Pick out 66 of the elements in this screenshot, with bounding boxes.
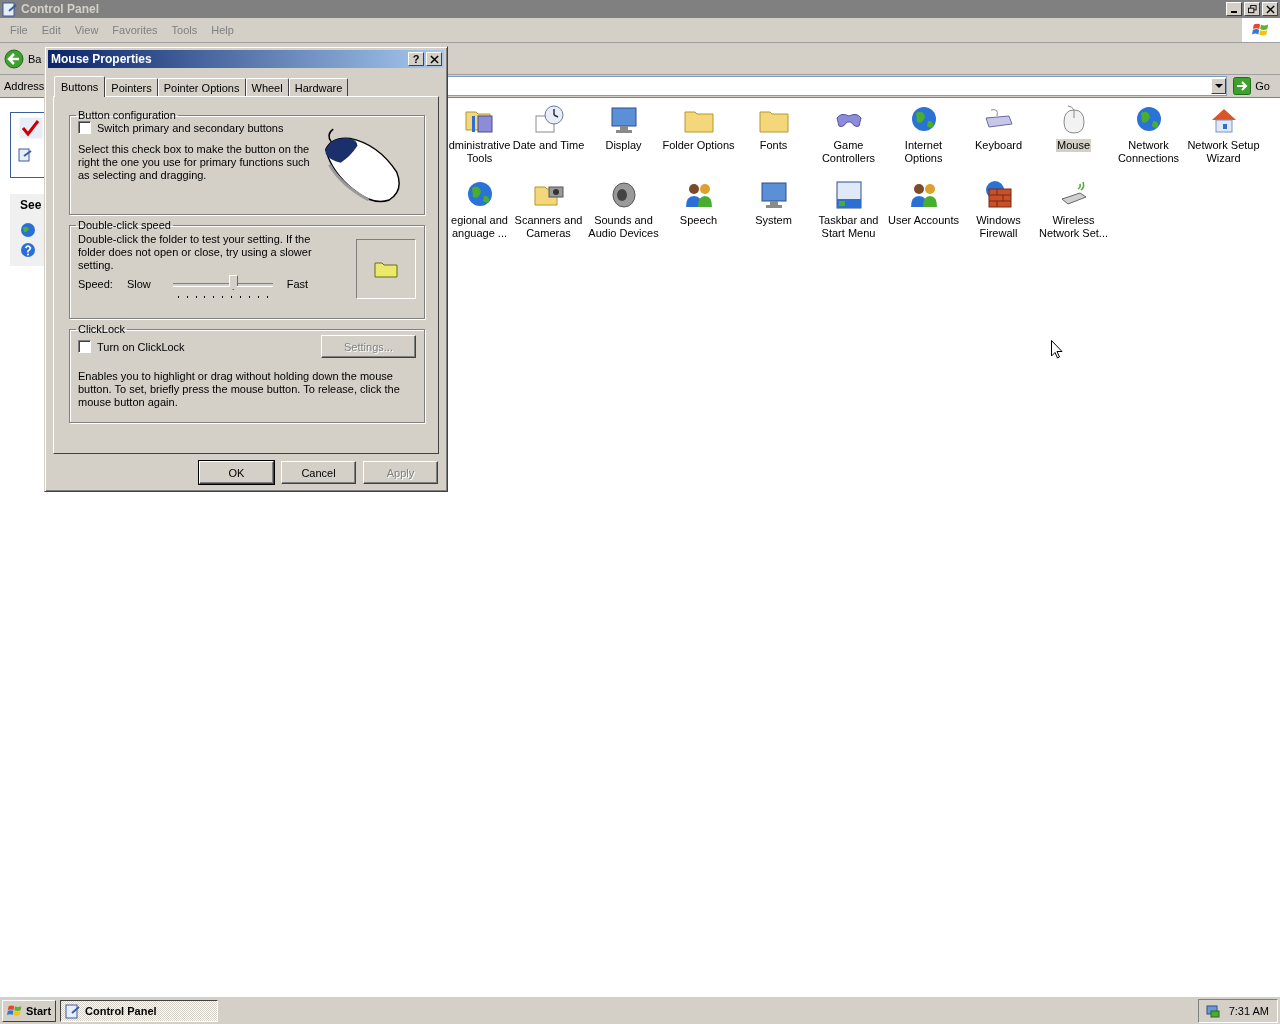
dialog-title: Mouse Properties xyxy=(50,52,153,66)
close-icon xyxy=(429,54,439,64)
window-title: Control Panel xyxy=(21,2,100,16)
globe-icon[interactable] xyxy=(20,222,36,238)
description-text: Double-click the folder to test your setting. If the folder does not open or close, try using a slower setting. xyxy=(78,233,313,272)
control-panel-item[interactable]: Taskbar and Start Menu xyxy=(811,179,886,254)
control-panel-item[interactable]: Speech xyxy=(661,179,736,254)
tab[interactable]: Hardware xyxy=(288,78,349,96)
control-panel-item[interactable]: Keyboard xyxy=(961,104,1036,179)
restore-button[interactable] xyxy=(1244,2,1260,16)
group-title: Button configuration xyxy=(77,109,177,121)
close-button[interactable] xyxy=(426,52,442,66)
close-icon xyxy=(1265,4,1275,14)
clock-icon xyxy=(532,104,565,136)
control-panel-item[interactable]: Network Setup Wizard xyxy=(1186,104,1261,179)
control-panel-item[interactable]: System xyxy=(736,179,811,254)
go-button[interactable]: Go xyxy=(1231,77,1276,95)
section-title: See xyxy=(20,198,43,214)
switch-view-icon[interactable] xyxy=(17,147,33,163)
tab[interactable]: Pointer Options xyxy=(157,78,246,96)
control-panel-item[interactable]: Wireless Network Set... xyxy=(1036,179,1111,254)
minimize-icon xyxy=(1231,11,1237,13)
start-button[interactable]: Start xyxy=(2,999,57,1022)
help-button[interactable]: ? xyxy=(408,52,424,66)
mouse-pointer-icon xyxy=(1051,340,1063,359)
description-text: Enables you to highlight or drag without holding down the mouse button. To set, briefly press the mouse button. To release, click the mouse button again. xyxy=(78,370,401,409)
control-panel-item[interactable]: Folder Options xyxy=(661,104,736,179)
control-panel-item[interactable]: Sounds and Audio Devices xyxy=(586,179,661,254)
address-label: Address xyxy=(4,80,45,92)
description-text: Select this check box to make the button on the right the one you use for primary functions such as selecting and dragging. xyxy=(78,143,311,182)
tab[interactable]: Buttons xyxy=(54,76,106,97)
clock: 7:31 AM xyxy=(1228,1004,1269,1017)
restore-icon xyxy=(1247,4,1257,14)
fast-label: Fast xyxy=(286,278,309,290)
network-icon[interactable] xyxy=(1204,1002,1221,1019)
taskbar-button[interactable]: Control Panel xyxy=(60,999,219,1022)
group-title: Double-click speed xyxy=(77,219,172,231)
control-panel-item[interactable]: Scanners and Cameras xyxy=(511,179,586,254)
dialog-button[interactable]: OK xyxy=(199,461,274,484)
control-panel-item[interactable]: Internet Options xyxy=(886,104,961,179)
dialog-button[interactable]: Cancel xyxy=(281,461,356,484)
test-area[interactable] xyxy=(356,239,416,299)
group-title: ClickLock xyxy=(77,323,127,335)
control-panel-item[interactable]: Windows Firewall xyxy=(961,179,1036,254)
close-button[interactable] xyxy=(1262,2,1278,16)
speed-slider[interactable] xyxy=(172,278,273,300)
tab[interactable]: Pointers xyxy=(105,78,158,96)
help-icon[interactable] xyxy=(20,242,36,258)
windows-logo-icon xyxy=(7,1002,23,1019)
checkbox[interactable]: Turn on ClickLock xyxy=(78,340,185,353)
control-panel-item[interactable]: Mouse xyxy=(1036,104,1111,179)
control-panel-item[interactable]: User Accounts xyxy=(886,179,961,254)
windows-logo-icon xyxy=(1242,18,1280,42)
control-panel-item[interactable]: dministrative Tools xyxy=(448,104,511,179)
control-panel-item[interactable]: Date and Time xyxy=(511,104,586,179)
control-panel-item[interactable]: Network Connections xyxy=(1111,104,1186,179)
slow-label: Slow xyxy=(126,278,151,290)
back-button[interactable]: Ba xyxy=(4,48,42,69)
speed-label: Speed: xyxy=(78,278,113,290)
checkbox[interactable]: Switch primary and secondary buttons xyxy=(78,121,314,134)
tab[interactable]: Wheel xyxy=(245,78,289,96)
control-panel-item[interactable]: egional and anguage ... xyxy=(448,179,511,254)
minimize-button[interactable] xyxy=(1226,2,1242,16)
control-panel-item[interactable]: Fonts xyxy=(736,104,811,179)
control-panel-item[interactable]: Display xyxy=(586,104,661,179)
control-panel-item[interactable]: Game Controllers xyxy=(811,104,886,179)
